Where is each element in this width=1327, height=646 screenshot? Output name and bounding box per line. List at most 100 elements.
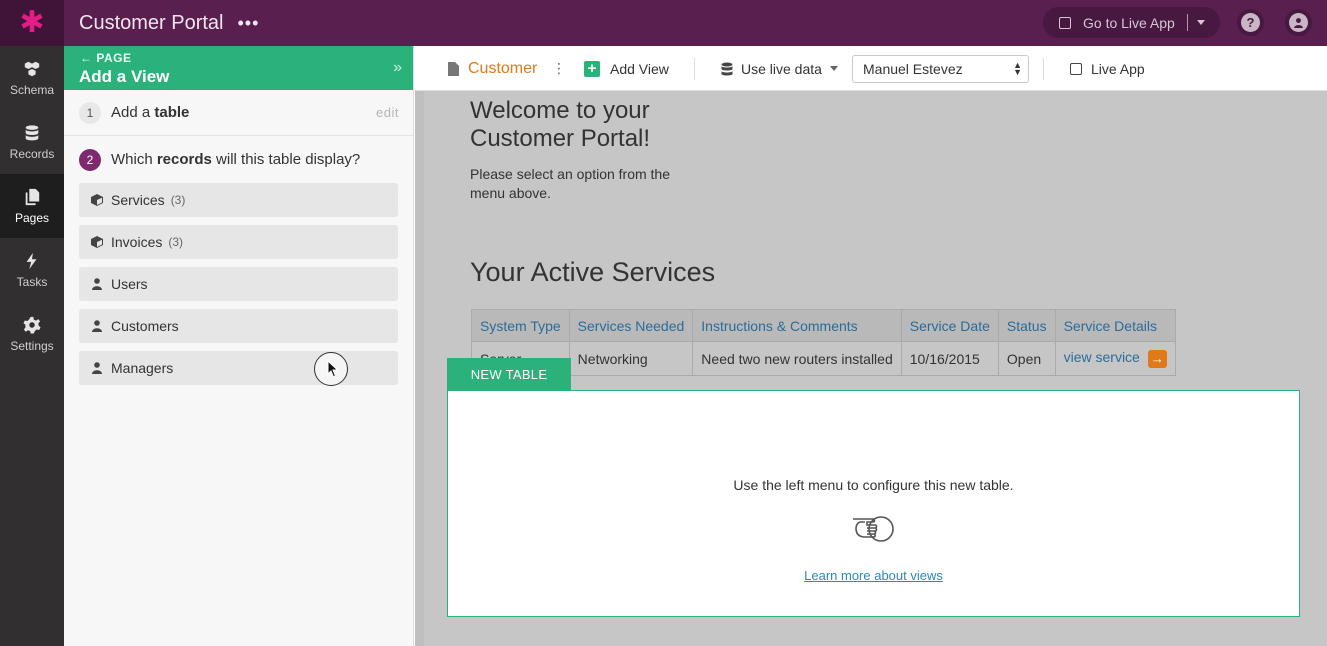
account-icon [1289,13,1308,32]
divider [1186,14,1188,31]
gear-icon [23,316,41,334]
add-view-panel: ← PAGE Add a View » 1 Add a table edit 2… [64,46,414,646]
nav-label-schema: Schema [9,82,55,97]
arrow-right-icon[interactable]: → [1147,349,1167,368]
chevron-down-icon[interactable] [1196,20,1205,25]
app-more-menu-icon[interactable]: ••• [238,13,260,34]
add-view-button[interactable]: + Add View [584,46,669,91]
record-count: (3) [170,193,186,207]
nav-item-settings[interactable]: Settings [0,302,64,366]
table-cell: 10/16/2015 [900,341,999,376]
help-button[interactable]: ? [1237,9,1264,36]
new-table-tag[interactable]: NEW TABLE [447,358,571,390]
table-cell: Need two new routers installed [692,341,902,376]
live-app-label: Live App [1091,60,1145,77]
app-title: Customer Portal [79,11,224,34]
toolbar-divider [694,58,695,80]
record-option-managers[interactable]: Managers [79,351,398,385]
database-icon [721,62,733,75]
step-number: 2 [79,148,101,171]
crumb-label: PAGE [96,51,132,65]
page-name-menu[interactable]: Customer [448,46,537,91]
nav-item-pages[interactable]: Pages [0,174,64,238]
back-to-page-link[interactable]: ← PAGE [80,51,131,65]
select-arrows-icon: ▲ ▼ [1013,60,1022,77]
cube-icon [91,194,103,206]
welcome-heading: Welcome to your Customer Portal! [470,97,651,152]
step-which-records: 2 Which records will this table display? [64,136,413,183]
record-option-users[interactable]: Users [79,267,398,301]
record-option-services[interactable]: Services (3) [79,183,398,217]
step-text: Which records will this table display? [111,151,360,168]
page-toolbar: Customer ⋮ + Add View Use live data Manu… [415,46,1327,91]
page-options-icon[interactable]: ⋮ [552,46,566,91]
asterisk-logo-icon: ✱ [19,6,45,39]
pointing-hand-icon [853,516,894,542]
column-header[interactable]: Status [997,309,1056,342]
go-to-live-app-label: Go to Live App [1083,14,1175,31]
canvas-edge [415,91,424,646]
person-icon [92,278,102,290]
page-icon [448,61,459,76]
go-to-live-app-button[interactable]: Go to Live App [1043,7,1220,38]
person-icon [92,362,102,374]
use-live-data-dropdown[interactable]: Use live data [721,46,838,91]
page-name: Customer [468,59,538,77]
table-cell: Networking [568,341,694,376]
record-option-label: Customers [111,318,179,334]
record-option-label: Users [111,276,148,292]
table-cell: Open [997,341,1056,376]
external-link-icon [1070,62,1082,75]
record-option-customers[interactable]: Customers [79,309,398,343]
nav-item-records[interactable]: Records [0,110,64,174]
top-bar: ✱ Customer Portal ••• Go to Live App ? [0,0,1327,46]
services-heading: Your Active Services [470,257,716,287]
lightning-icon [26,252,37,269]
step-text: Add a table [111,104,189,121]
nav-item-schema[interactable]: Schema [0,46,64,110]
chevron-down-icon [829,66,838,71]
external-link-icon [1059,16,1071,29]
account-button[interactable] [1285,9,1312,36]
table-header-row: System Type Services Needed Instructions… [471,309,1176,342]
new-table-placeholder[interactable]: Use the left menu to configure this new … [447,390,1300,617]
column-header[interactable]: Services Needed [568,309,694,342]
step-prefix: Add a [111,104,155,121]
selected-user: Manuel Estevez [863,61,963,77]
pages-icon [25,188,40,205]
column-header[interactable]: Instructions & Comments [692,309,902,342]
column-header[interactable]: Service Details [1054,309,1176,342]
nav-item-tasks[interactable]: Tasks [0,238,64,302]
plus-icon: + [584,60,600,77]
step-bold: records [156,151,212,168]
welcome-text: Please select an option from the menu ab… [470,166,671,201]
view-service-link[interactable]: view service [1064,349,1140,365]
record-option-label: Managers [111,360,174,376]
collapse-panel-icon[interactable]: » [393,59,402,77]
step-add-table: 1 Add a table edit [64,90,413,136]
help-icon: ? [1241,13,1260,32]
user-select[interactable]: Manuel Estevez ▲ ▼ [852,55,1029,83]
vertical-dots-icon: ⋮ [552,60,566,76]
use-live-data-label: Use live data [741,60,822,77]
live-app-link[interactable]: Live App [1070,46,1145,91]
nav-label-records: Records [9,146,55,161]
nav-label-settings: Settings [10,338,54,353]
app-logo[interactable]: ✱ [0,0,64,46]
column-header[interactable]: Service Date [900,309,999,342]
database-icon [25,124,39,140]
edit-step-link[interactable]: edit [376,105,399,120]
record-option-label: Invoices [111,234,163,250]
record-option-invoices[interactable]: Invoices (3) [79,225,398,259]
cube-icon [91,236,103,248]
column-header[interactable]: System Type [471,309,570,342]
record-option-label: Services [111,192,165,208]
record-list: Services (3) Invoices (3) Users Customer… [64,183,413,385]
table-cell: view service → [1054,341,1176,376]
left-nav: Schema Records Pages Tasks Settings [0,46,64,646]
schema-icon [24,61,40,76]
learn-more-link[interactable]: Learn more about views [448,568,1299,583]
cursor-arrow-icon [327,360,339,378]
step-bold: table [154,104,190,121]
nav-label-tasks: Tasks [16,274,48,289]
